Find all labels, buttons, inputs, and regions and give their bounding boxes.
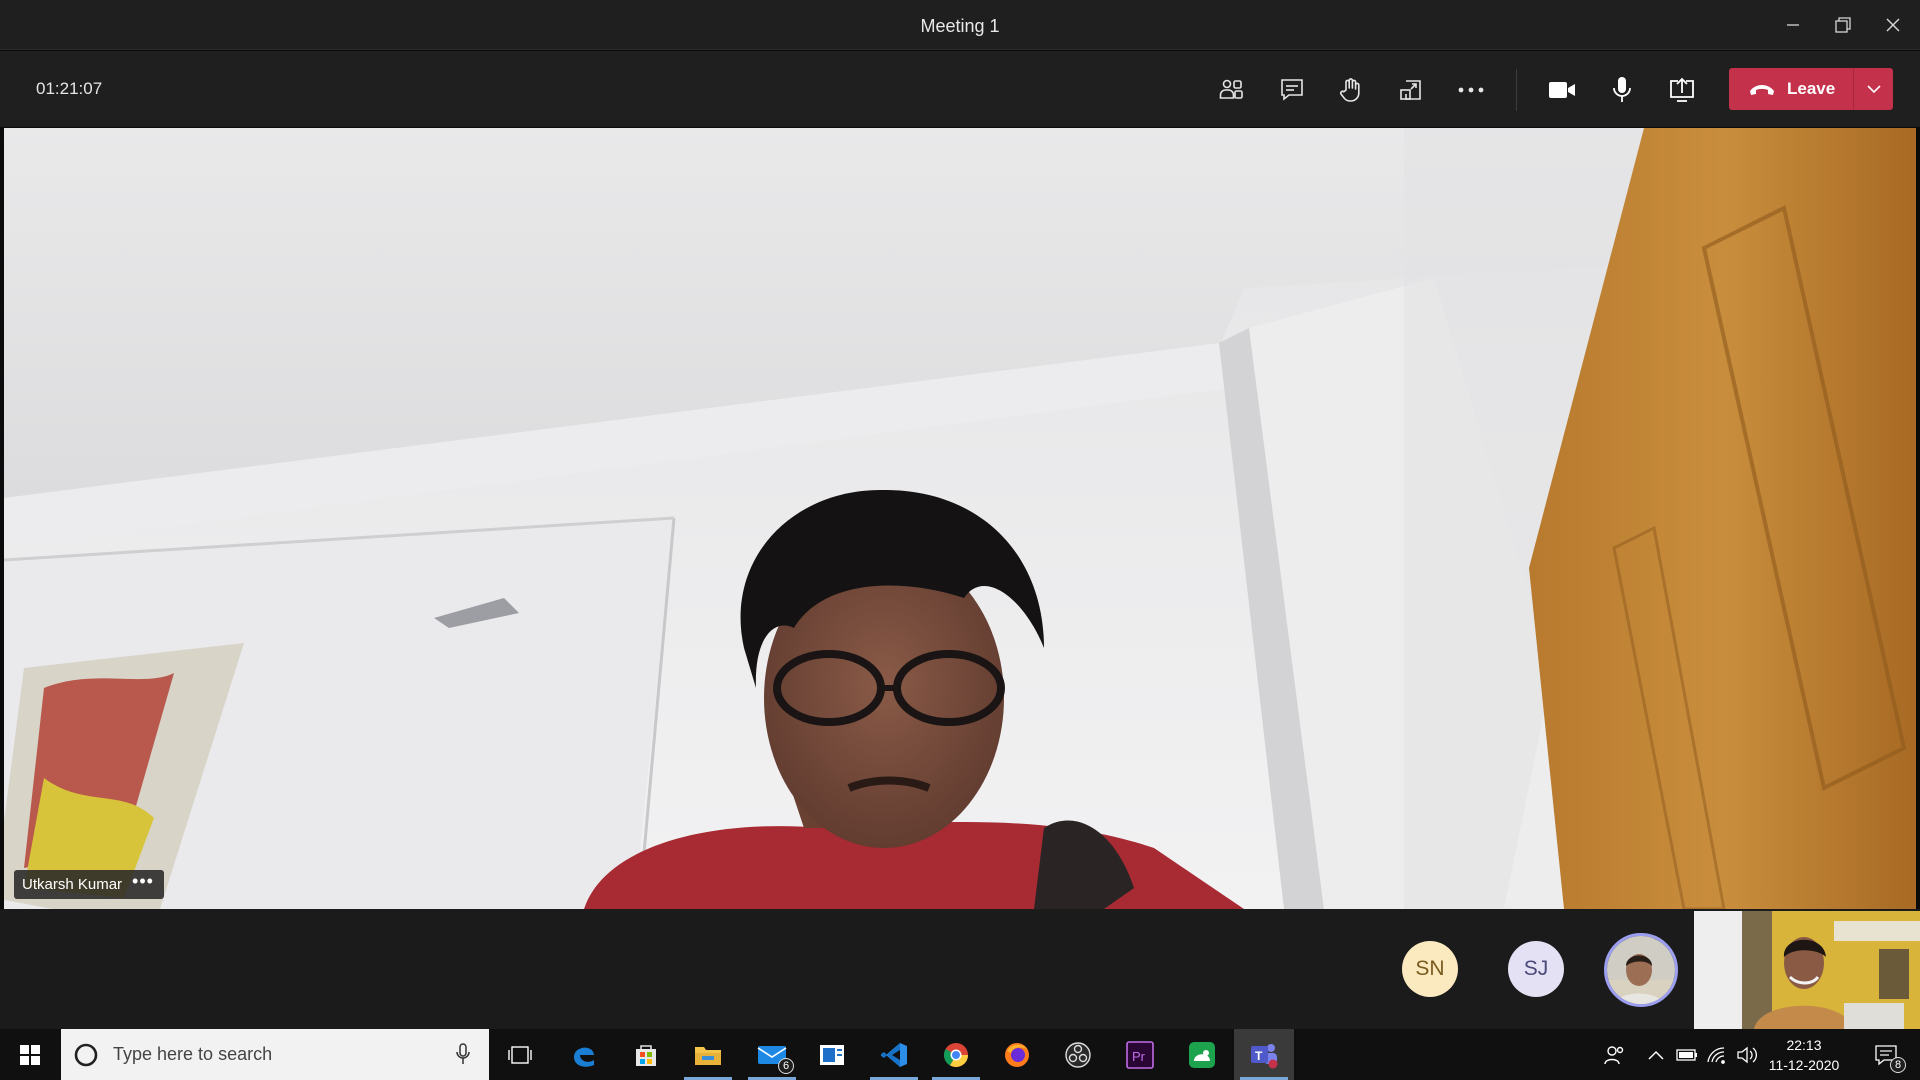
network-status[interactable] (1702, 1029, 1732, 1080)
taskbar-mail[interactable]: 6 (742, 1029, 802, 1080)
room-view-icon (1400, 80, 1421, 100)
vscode-icon (881, 1042, 907, 1067)
search-placeholder: Type here to search (113, 1044, 273, 1064)
participant-more-icon[interactable]: ••• (132, 872, 154, 890)
action-center-button[interactable]: 8 (1864, 1029, 1908, 1080)
title-bar: Meeting 1 (0, 0, 1920, 50)
phone-hangup-icon (1750, 85, 1774, 95)
taskbar-app[interactable] (1172, 1029, 1232, 1080)
taskbar-search-box[interactable]: Type here to search (61, 1029, 489, 1080)
participant-name: Utkarsh Kumar (22, 876, 123, 893)
windows-logo-icon (20, 1044, 40, 1065)
taskbar-teams[interactable]: T (1234, 1029, 1294, 1080)
leave-options-dropdown[interactable] (1854, 68, 1893, 110)
svg-text:Pr: Pr (1132, 1049, 1146, 1064)
taskbar-obs[interactable] (1048, 1029, 1108, 1080)
wifi-icon (1707, 1046, 1725, 1064)
avatar-initials: SJ (1523, 957, 1549, 980)
control-separator (1516, 69, 1517, 111)
microphone-toggle-button[interactable] (1600, 68, 1644, 112)
main-video-feed: Utkarsh Kumar ••• (4, 128, 1916, 909)
premiere-icon: Pr (1126, 1040, 1154, 1069)
mail-badge: 6 (778, 1058, 794, 1074)
taskbar-store[interactable] (616, 1029, 676, 1080)
volume-control[interactable] (1732, 1029, 1762, 1080)
meeting-timer: 01:21:07 (36, 79, 103, 98)
taskbar-edge[interactable] (554, 1029, 614, 1080)
participant-name-tag[interactable]: Utkarsh Kumar ••• (14, 870, 164, 899)
leave-label: Leave (1787, 79, 1836, 98)
meeting-control-bar: 01:21:07 Leave (0, 51, 1920, 127)
taskbar-file-explorer[interactable] (678, 1029, 738, 1080)
firefox-icon (1005, 1042, 1029, 1067)
raise-hand-icon (1339, 78, 1360, 102)
app-icon (1189, 1041, 1215, 1068)
self-video-preview (1694, 911, 1920, 1029)
taskbar-chrome[interactable] (926, 1029, 986, 1080)
battery-status[interactable] (1672, 1029, 1702, 1080)
minimize-icon (1787, 24, 1799, 26)
chevron-up-icon (1648, 1050, 1664, 1060)
show-participants-button[interactable] (1209, 68, 1253, 112)
window-title: Meeting 1 (920, 16, 1000, 36)
chevron-down-icon (1866, 85, 1881, 93)
room-view-button[interactable] (1389, 68, 1433, 112)
more-actions-button[interactable] (1449, 68, 1493, 112)
minimize-button[interactable] (1778, 10, 1808, 40)
obs-icon (1065, 1041, 1091, 1068)
participant-avatar-photo[interactable] (1604, 933, 1678, 1007)
teams-icon: T (1251, 1043, 1278, 1068)
taskbar-vscode[interactable] (864, 1029, 924, 1080)
people-icon (1604, 1045, 1624, 1064)
chat-icon (1281, 79, 1303, 101)
more-icon (1458, 87, 1484, 93)
close-icon (1886, 18, 1900, 32)
store-icon (636, 1044, 656, 1066)
task-view-icon (508, 1045, 532, 1064)
restore-icon (1835, 17, 1851, 33)
microphone-icon (1613, 77, 1631, 102)
avatar-initials: SN (1415, 957, 1445, 980)
task-view-button[interactable] (490, 1029, 550, 1080)
close-button[interactable] (1878, 10, 1908, 40)
taskbar-firefox[interactable] (987, 1029, 1047, 1080)
camera-icon (1549, 82, 1575, 98)
avatar-photo (1607, 936, 1675, 1004)
clock-time: 22:13 (1786, 1037, 1822, 1053)
participants-icon (1219, 79, 1243, 99)
taskbar-clock[interactable]: 22:13 11-12-2020 (1760, 1035, 1848, 1075)
clock-date: 11-12-2020 (1768, 1057, 1840, 1073)
notifications-badge: 8 (1890, 1057, 1906, 1073)
self-video-frame (1694, 911, 1920, 1029)
participant-avatar-sn[interactable]: SN (1402, 941, 1458, 997)
edge-icon (574, 1047, 594, 1067)
leave-main-area[interactable]: Leave (1729, 68, 1853, 110)
camera-toggle-button[interactable] (1540, 68, 1584, 112)
microphone-icon[interactable] (455, 1043, 471, 1065)
battery-icon (1676, 1048, 1697, 1061)
leave-button[interactable]: Leave (1729, 68, 1893, 110)
participant-avatar-sj[interactable]: SJ (1508, 941, 1564, 997)
svg-text:T: T (1255, 1049, 1263, 1063)
raise-hand-button[interactable] (1329, 68, 1373, 112)
cortana-icon (74, 1043, 98, 1066)
participant-strip: SN SJ (0, 909, 1920, 1029)
windows-taskbar: Type here to search 6 Pr T 22:13 11-12-2… (0, 1029, 1920, 1080)
speaker-icon (1737, 1046, 1757, 1063)
file-explorer-icon (695, 1046, 721, 1065)
news-icon (820, 1044, 844, 1065)
share-screen-icon (1670, 77, 1694, 102)
video-frame (4, 128, 1916, 909)
restore-button[interactable] (1828, 10, 1858, 40)
chrome-icon (943, 1042, 968, 1067)
show-conversation-button[interactable] (1270, 68, 1314, 112)
taskbar-news[interactable] (802, 1029, 862, 1080)
people-button[interactable] (1596, 1029, 1632, 1080)
start-button[interactable] (0, 1029, 60, 1080)
show-hidden-icons-button[interactable] (1642, 1029, 1670, 1080)
taskbar-premiere[interactable]: Pr (1110, 1029, 1170, 1080)
share-screen-button[interactable] (1660, 68, 1704, 112)
